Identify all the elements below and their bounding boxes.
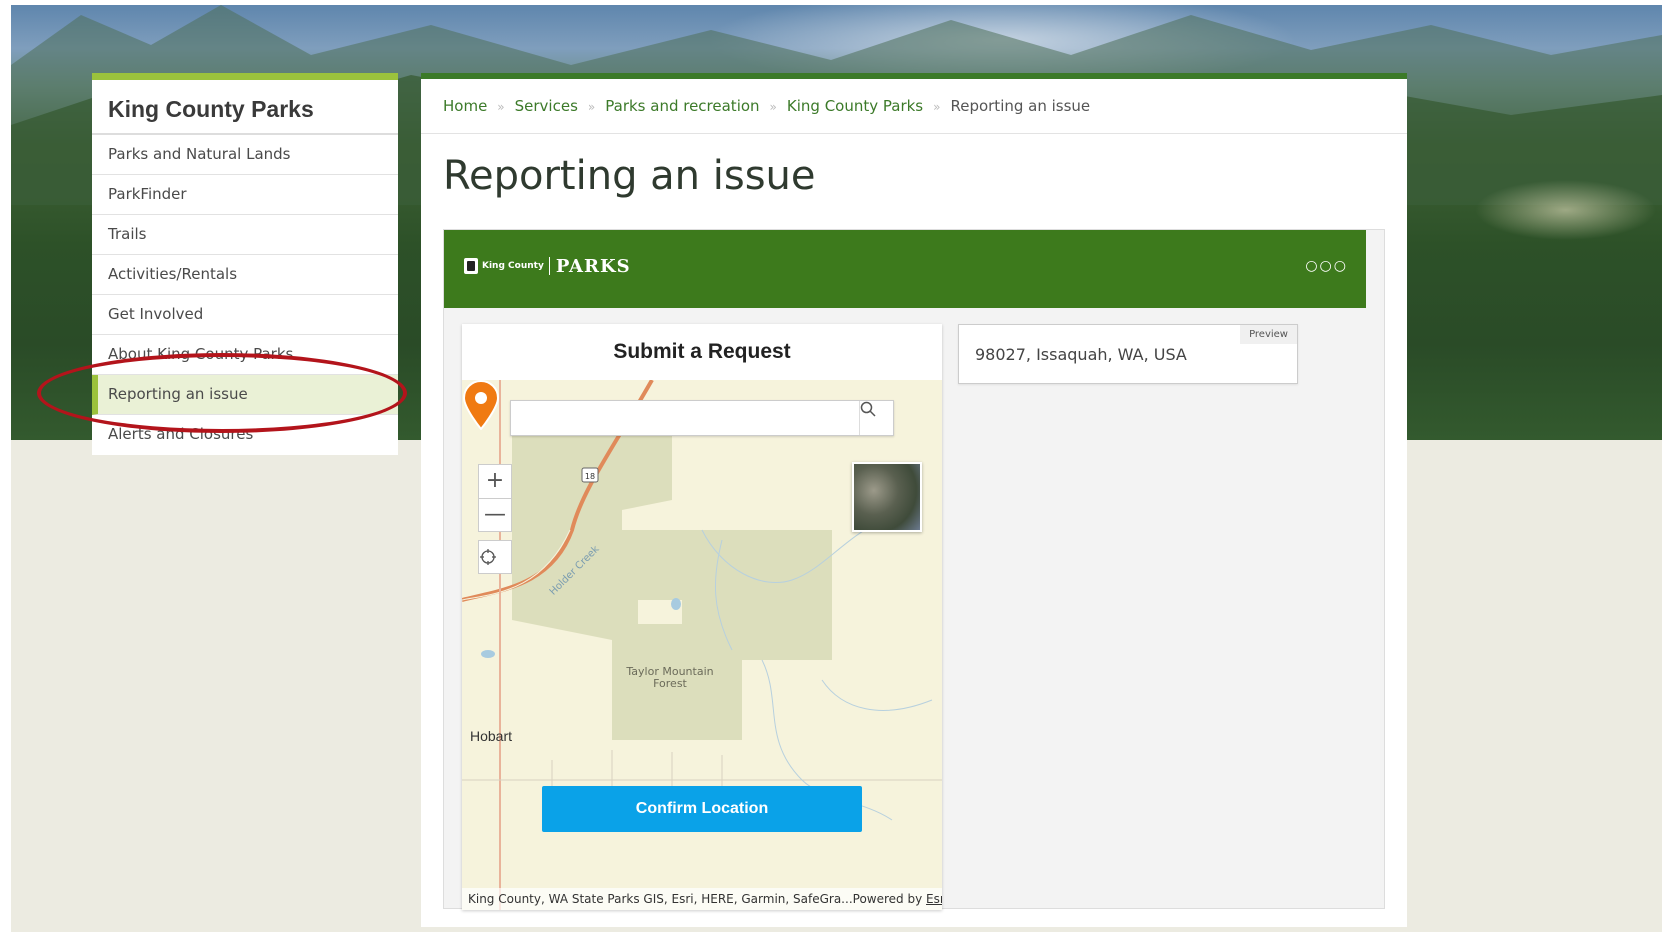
sidebar-item-alerts-and-closures[interactable]: Alerts and Closures: [92, 415, 398, 455]
zoom-out-button[interactable]: —: [479, 499, 511, 533]
powered-by-text: Powered by: [852, 892, 923, 906]
breadcrumb-current: Reporting an issue: [950, 97, 1091, 115]
sidebar-title[interactable]: King County Parks: [92, 80, 398, 135]
map-label-town: Hobart: [470, 728, 513, 744]
logo-divider: [548, 257, 550, 275]
search-icon[interactable]: [859, 401, 893, 435]
breadcrumb-home[interactable]: Home: [443, 97, 487, 115]
powered-by: Powered by Esri: [853, 892, 942, 906]
breadcrumb-separator-icon: »: [933, 100, 941, 114]
divider: [421, 133, 1407, 134]
map-search-input[interactable]: [510, 400, 894, 436]
location-pin-icon[interactable]: [462, 380, 500, 430]
confirm-location-button[interactable]: Confirm Location: [542, 786, 862, 832]
king-county-crown-icon: [464, 258, 478, 274]
sidebar-accent-bar: [92, 73, 398, 80]
king-county-parks-logo: King County PARKS: [464, 255, 631, 277]
sidebar-item-trails[interactable]: Trails: [92, 215, 398, 255]
map-attribution: King County, WA State Parks GIS, Esri, H…: [462, 888, 942, 910]
zoom-controls: + —: [478, 464, 512, 532]
sidebar-item-get-involved[interactable]: Get Involved: [92, 295, 398, 335]
logo-brand-text: PARKS: [555, 255, 631, 277]
breadcrumb-separator-icon: »: [587, 100, 596, 114]
breadcrumb-separator-icon: »: [769, 100, 777, 114]
map-view[interactable]: 18 Holder Creek + — Taylor Mountain Fore…: [462, 380, 942, 910]
address-preview-card: 98027, Issaquah, WA, USA Preview: [958, 324, 1298, 384]
sidebar-item-activities-rentals[interactable]: Activities/Rentals: [92, 255, 398, 295]
breadcrumb-separator-icon: »: [497, 100, 505, 114]
zoom-in-button[interactable]: +: [479, 465, 511, 499]
distant-town: [1421, 165, 1662, 255]
more-horizontal-icon[interactable]: ○○○: [1305, 258, 1348, 274]
page-title: Reporting an issue: [443, 153, 816, 199]
basemap-toggle-thumbnail[interactable]: [852, 462, 922, 532]
preview-address: 98027, Issaquah, WA, USA: [975, 345, 1187, 364]
main-content: Home » Services » Parks and recreation » King …: [421, 73, 1407, 927]
route-shield-label: 18: [585, 472, 595, 481]
map-label-forest: Taylor Mountain Forest: [626, 665, 714, 690]
sidebar-nav: King County Parks Parks and Natural Land…: [92, 73, 398, 455]
app-header: King County PARKS ○○○: [444, 230, 1366, 308]
breadcrumb-parks-and-recreation[interactable]: Parks and recreation: [605, 97, 759, 115]
logo-small-text: King County: [482, 261, 544, 271]
crosshair-icon[interactable]: [478, 540, 512, 574]
esri-link[interactable]: Esri: [926, 892, 942, 906]
embedded-survey-app: King County PARKS ○○○ Submit a Request 1…: [443, 229, 1385, 910]
card-title: Submit a Request: [613, 340, 791, 363]
breadcrumb-services[interactable]: Services: [515, 97, 578, 115]
sidebar-item-about-king-county-parks[interactable]: About King County Parks: [92, 335, 398, 375]
sidebar-item-reporting-an-issue[interactable]: Reporting an issue: [92, 375, 398, 415]
preview-badge: Preview: [1240, 325, 1297, 344]
sidebar-item-parks-and-natural-lands[interactable]: Parks and Natural Lands: [92, 135, 398, 175]
breadcrumb: Home » Services » Parks and recreation » King …: [443, 97, 1090, 115]
page-background: King County Parks Parks and Natural Land…: [11, 5, 1662, 932]
breadcrumb-king-county-parks[interactable]: King County Parks: [787, 97, 923, 115]
sidebar-item-parkfinder[interactable]: ParkFinder: [92, 175, 398, 215]
attribution-text: King County, WA State Parks GIS, Esri, H…: [468, 892, 853, 906]
submit-request-card: Submit a Request 18 Holder Creek + — Tay…: [462, 324, 942, 910]
